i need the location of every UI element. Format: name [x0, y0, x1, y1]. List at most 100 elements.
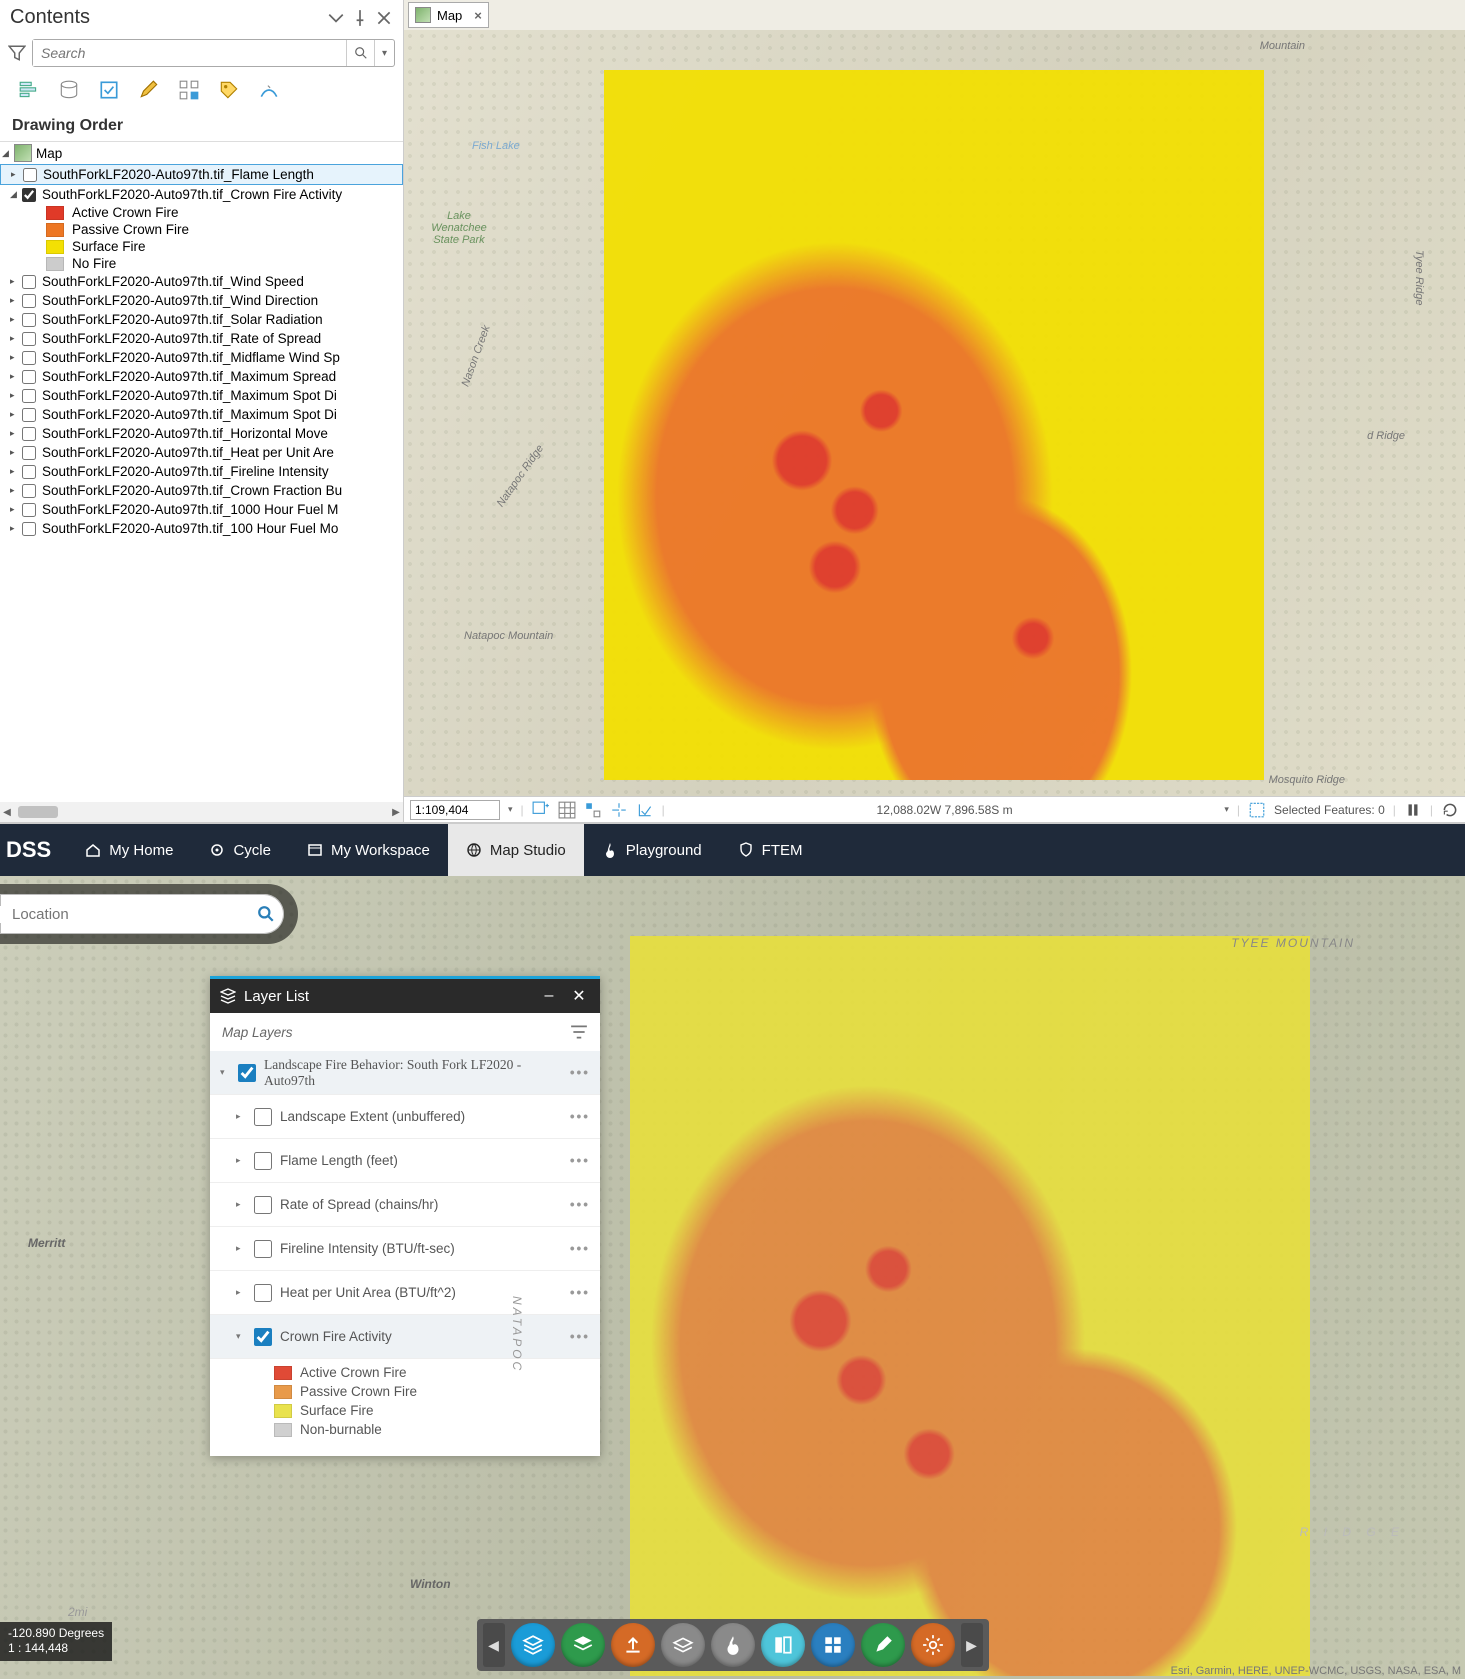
panel-body[interactable]: Map Layers ▾ Landscape Fire Behavior: So… [210, 1013, 600, 1456]
layer-checkbox[interactable] [254, 1108, 272, 1126]
layer-checkbox[interactable] [254, 1328, 272, 1346]
layer-row[interactable]: ▸SouthForkLF2020-Auto97th.tif_Maximum Sp… [0, 386, 403, 405]
layer-parent[interactable]: ▾ Landscape Fire Behavior: South Fork LF… [210, 1051, 600, 1095]
more-icon[interactable]: ••• [570, 1065, 590, 1080]
tool-swipe[interactable] [761, 1623, 805, 1667]
expand-icon[interactable]: ▸ [10, 428, 20, 439]
selection-icon[interactable] [1248, 801, 1266, 819]
expand-icon[interactable]: ▸ [236, 1155, 246, 1166]
chevron-down-icon[interactable]: ▾ [1224, 804, 1229, 815]
layer-row[interactable]: ▸SouthForkLF2020-Auto97th.tif_Horizontal… [0, 424, 403, 443]
layer-checkbox[interactable] [23, 168, 37, 182]
expand-icon[interactable]: ▸ [10, 352, 20, 363]
layer-row[interactable]: ▸SouthForkLF2020-Auto97th.tif_Maximum Sp… [0, 405, 403, 424]
sublayer-row[interactable]: ▸Landscape Extent (unbuffered)••• [210, 1095, 600, 1139]
layer-row[interactable]: ▸SouthForkLF2020-Auto97th.tif_Wind Speed [0, 272, 403, 291]
expand-icon[interactable]: ▸ [236, 1111, 246, 1122]
layer-checkbox[interactable] [22, 294, 36, 308]
layer-checkbox[interactable] [22, 427, 36, 441]
more-icon[interactable]: ••• [570, 1153, 590, 1168]
close-icon[interactable] [375, 9, 393, 27]
correction-icon[interactable] [636, 801, 654, 819]
layer-checkbox[interactable] [22, 484, 36, 498]
list-by-labeling-icon[interactable] [218, 79, 240, 101]
map-tab[interactable]: Map × [408, 2, 489, 28]
layer-row[interactable]: ▸SouthForkLF2020-Auto97th.tif_Crown Frac… [0, 481, 403, 500]
tool-basemap[interactable] [561, 1623, 605, 1667]
nav-my-home[interactable]: My Home [67, 824, 191, 876]
layer-row[interactable]: ▸SouthForkLF2020-Auto97th.tif_1000 Hour … [0, 500, 403, 519]
tool-edit[interactable] [861, 1623, 905, 1667]
layer-flame-length[interactable]: ▸ SouthForkLF2020-Auto97th.tif_Flame Len… [0, 164, 403, 185]
nav-cycle[interactable]: Cycle [191, 824, 289, 876]
layer-checkbox[interactable] [254, 1456, 272, 1457]
tool-layers[interactable] [511, 1623, 555, 1667]
layer-row[interactable]: ▸SouthForkLF2020-Auto97th.tif_Maximum Sp… [0, 367, 403, 386]
chevron-down-icon[interactable]: ▾ [508, 804, 513, 815]
list-by-drawing-icon[interactable] [18, 79, 40, 101]
filter-icon[interactable] [570, 1023, 588, 1041]
scrollbar-thumb[interactable] [18, 806, 58, 818]
scroll-right-icon[interactable]: ▶ [389, 807, 403, 818]
layer-row[interactable]: ▸SouthForkLF2020-Auto97th.tif_Heat per U… [0, 443, 403, 462]
more-icon[interactable]: ••• [570, 1197, 590, 1212]
layer-checkbox[interactable] [22, 370, 36, 384]
expand-icon[interactable]: ▸ [10, 485, 20, 496]
layer-checkbox[interactable] [22, 313, 36, 327]
more-icon[interactable]: ••• [570, 1285, 590, 1300]
dock-prev-icon[interactable]: ◀ [483, 1623, 505, 1667]
expand-icon[interactable]: ▸ [10, 504, 20, 515]
map-view-top[interactable]: Map × Mountain Tyee Ridge Natapoc Mounta… [404, 0, 1465, 822]
expand-icon[interactable]: ▸ [10, 390, 20, 401]
layer-checkbox[interactable] [22, 446, 36, 460]
layer-row[interactable]: ▸SouthForkLF2020-Auto97th.tif_Solar Radi… [0, 310, 403, 329]
layer-row[interactable]: ▸SouthForkLF2020-Auto97th.tif_Fireline I… [0, 462, 403, 481]
tool-landscape[interactable] [661, 1623, 705, 1667]
nav-playground[interactable]: Playground [584, 824, 720, 876]
layer-checkbox[interactable] [22, 188, 36, 202]
collapse-icon[interactable]: ◢ [10, 189, 20, 200]
grid-plus-icon[interactable] [532, 801, 550, 819]
panel-titlebar[interactable]: Layer List – ✕ [210, 979, 600, 1013]
expand-icon[interactable]: ▸ [10, 333, 20, 344]
expand-icon[interactable]: ▸ [10, 371, 20, 382]
close-icon[interactable]: × [474, 8, 482, 23]
sublayer-row[interactable]: ▸Heat per Unit Area (BTU/ft^2)••• [210, 1271, 600, 1315]
layer-checkbox[interactable] [254, 1240, 272, 1258]
layer-checkbox[interactable] [254, 1284, 272, 1302]
layer-checkbox[interactable] [254, 1152, 272, 1170]
list-by-editing-icon[interactable] [138, 79, 160, 101]
scroll-left-icon[interactable]: ◀ [0, 807, 14, 818]
layer-row[interactable]: ▸SouthForkLF2020-Auto97th.tif_Rate of Sp… [0, 329, 403, 348]
search-input[interactable] [33, 40, 346, 66]
layer-checkbox[interactable] [22, 275, 36, 289]
tool-upload[interactable] [611, 1623, 655, 1667]
tool-fire[interactable] [711, 1623, 755, 1667]
search-icon[interactable] [346, 40, 374, 66]
scale-input[interactable] [410, 800, 500, 820]
expand-icon[interactable]: ▸ [10, 523, 20, 534]
expand-icon[interactable]: ▸ [11, 169, 21, 180]
expand-icon[interactable]: ▸ [236, 1243, 246, 1254]
refresh-icon[interactable] [1441, 801, 1459, 819]
nav-map-studio[interactable]: Map Studio [448, 824, 584, 876]
dock-next-icon[interactable]: ▶ [961, 1623, 983, 1667]
tool-grid[interactable] [811, 1623, 855, 1667]
snap-icon[interactable] [584, 801, 602, 819]
grid-icon[interactable] [558, 801, 576, 819]
constraint-icon[interactable] [610, 801, 628, 819]
list-by-perspective-icon[interactable] [258, 79, 280, 101]
list-by-snapping-icon[interactable] [178, 79, 200, 101]
tree-root-map[interactable]: ◢ Map [0, 142, 403, 164]
layer-checkbox[interactable] [22, 465, 36, 479]
layer-checkbox[interactable] [22, 408, 36, 422]
sublayer-row[interactable]: ▸Flame Length (feet)••• [210, 1139, 600, 1183]
expand-icon[interactable]: ▸ [236, 1287, 246, 1298]
expand-icon[interactable]: ▸ [10, 466, 20, 477]
layer-checkbox[interactable] [238, 1064, 256, 1082]
expand-icon[interactable]: ▸ [10, 276, 20, 287]
layer-tree[interactable]: ◢ Map ▸ SouthForkLF2020-Auto97th.tif_Fla… [0, 142, 403, 802]
layer-row[interactable]: ▸SouthForkLF2020-Auto97th.tif_Wind Direc… [0, 291, 403, 310]
layer-row[interactable]: ▸SouthForkLF2020-Auto97th.tif_100 Hour F… [0, 519, 403, 538]
location-input[interactable] [0, 906, 248, 923]
